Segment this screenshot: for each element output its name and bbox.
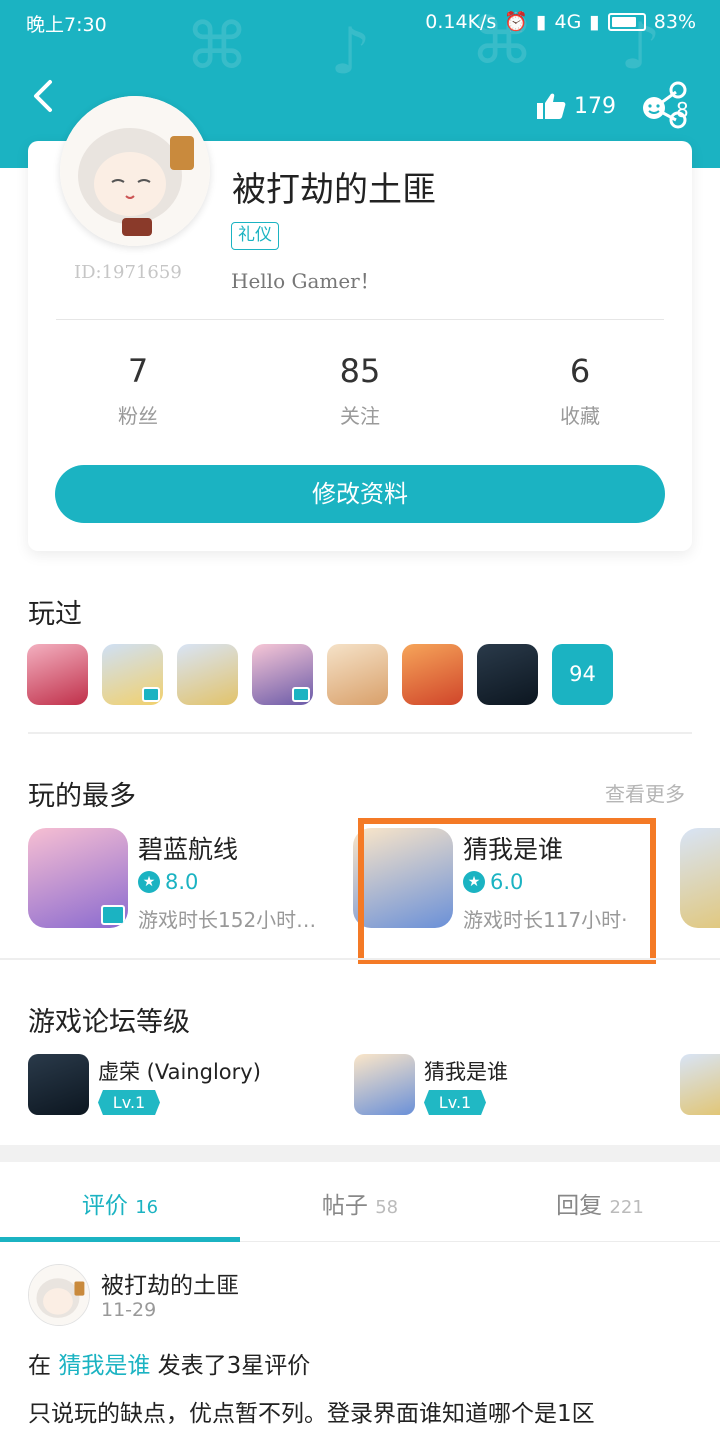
review-date: 11-29 <box>101 1299 157 1321</box>
tab-replies[interactable]: 回复 221 <box>480 1186 720 1220</box>
game-icon[interactable] <box>402 644 463 705</box>
game-name: 虚荣 (Vainglory) <box>98 1060 261 1084</box>
review-username[interactable]: 被打劫的土匪 <box>101 1266 239 1300</box>
stat-value: 6 <box>569 352 591 390</box>
tab-label: 帖子 <box>321 1193 368 1219</box>
tab-posts[interactable]: 帖子 58 <box>240 1186 480 1220</box>
game-icon[interactable] <box>102 644 163 705</box>
share-count: 8 <box>676 98 689 122</box>
level-badge: Lv.1 <box>424 1090 486 1115</box>
game-icon[interactable] <box>327 644 388 705</box>
signal-icon: ▮ <box>589 10 600 33</box>
alarm-icon: ⏰ <box>504 11 529 33</box>
game-icon <box>28 1054 89 1115</box>
play-time: 游戏时长152小时… <box>138 908 317 932</box>
forum-level-item[interactable]: 猜我是谁 Lv.1 <box>354 1054 654 1118</box>
review-action-line: 在 猜我是谁 发表了3星评价 <box>28 1353 311 1379</box>
user-id: ID:1971659 <box>74 262 182 283</box>
username: 被打劫的土匪 <box>232 170 436 210</box>
game-icon[interactable] <box>477 644 538 705</box>
game-name: 碧蓝航线 <box>138 835 239 864</box>
section-divider <box>0 958 720 960</box>
highlight-box <box>358 818 656 964</box>
forum-level-item[interactable]: 虚荣 (Vainglory) Lv.1 <box>28 1054 328 1118</box>
review-text[interactable]: 只说玩的缺点，优点暂不列。登录界面谁知道哪个是1区 <box>28 1394 595 1428</box>
bilibili-badge-icon <box>101 905 125 925</box>
avatar-image <box>29 1265 89 1325</box>
stat-following[interactable]: 85 关注 <box>280 352 440 429</box>
card-divider <box>56 319 664 320</box>
most-played-section-title: 玩的最多 <box>28 781 136 812</box>
signal-icon: ▮ <box>536 10 547 33</box>
stat-value: 85 <box>339 352 381 390</box>
stat-label: 粉丝 <box>118 404 158 428</box>
game-icon[interactable] <box>27 644 88 705</box>
status-time: 晚上7:30 <box>26 14 107 36</box>
game-name: 猜我是谁 <box>424 1060 508 1084</box>
bilibili-badge-icon <box>292 687 310 702</box>
stat-label: 关注 <box>340 404 380 428</box>
net-speed: 0.14K/s <box>425 10 497 33</box>
game-icon <box>28 828 128 928</box>
stat-value: 7 <box>127 352 149 390</box>
likes-button[interactable]: 179 <box>536 92 616 120</box>
tab-reviews[interactable]: 评价 16 <box>0 1186 240 1220</box>
tab-count: 221 <box>609 1197 644 1218</box>
user-tag-badge[interactable]: 礼仪 <box>231 222 279 250</box>
tab-count: 16 <box>135 1197 159 1218</box>
star-icon: ★ <box>138 871 160 893</box>
game-icon <box>680 828 720 928</box>
tab-label: 回复 <box>556 1193 603 1219</box>
level-badge: Lv.1 <box>98 1090 160 1115</box>
edit-profile-button[interactable]: 修改资料 <box>55 465 665 523</box>
active-tab-indicator <box>0 1237 240 1242</box>
bilibili-badge-icon <box>142 687 160 702</box>
most-played-item[interactable] <box>680 828 720 938</box>
likes-count: 179 <box>574 93 616 119</box>
chevron-left-icon <box>34 80 52 112</box>
game-rating: ★ 8.0 <box>138 870 198 894</box>
played-games-row: 94 <box>27 644 613 705</box>
stat-label: 收藏 <box>560 404 600 428</box>
played-more-button[interactable]: 94 <box>552 644 613 705</box>
content-tabs: 评价 16 帖子 58 回复 221 <box>0 1162 720 1242</box>
tab-label: 评价 <box>81 1193 128 1219</box>
stat-favorites[interactable]: 6 收藏 <box>500 352 660 429</box>
back-button[interactable] <box>26 74 66 118</box>
played-section-title: 玩过 <box>28 599 82 630</box>
game-icon <box>680 1054 720 1115</box>
network-type: 4G <box>554 10 582 33</box>
avatar[interactable] <box>60 96 210 246</box>
avatar-image <box>60 96 210 246</box>
user-bio: Hello Gamer！ <box>231 269 380 293</box>
game-icon <box>354 1054 415 1115</box>
see-more-link[interactable]: 查看更多 <box>605 778 685 807</box>
status-bar: 晚上7:30 0.14K/s ⏰ ▮ 4G ▮ 83% <box>0 0 720 44</box>
battery-percent: 83% <box>653 10 696 33</box>
stat-fans[interactable]: 7 粉丝 <box>58 352 218 429</box>
forum-level-section-title: 游戏论坛等级 <box>28 1007 190 1038</box>
review-game-link[interactable]: 猜我是谁 <box>58 1353 150 1379</box>
most-played-item[interactable]: 碧蓝航线 ★ 8.0 游戏时长152小时… <box>28 828 338 938</box>
tab-count: 58 <box>375 1197 399 1218</box>
battery-icon <box>607 12 646 31</box>
game-icon[interactable] <box>252 644 313 705</box>
section-divider <box>28 732 692 734</box>
game-icon[interactable] <box>177 644 238 705</box>
thumbs-up-icon <box>537 93 566 119</box>
avatar[interactable] <box>28 1264 90 1326</box>
forum-level-item[interactable] <box>680 1054 720 1118</box>
section-separator <box>0 1145 720 1162</box>
